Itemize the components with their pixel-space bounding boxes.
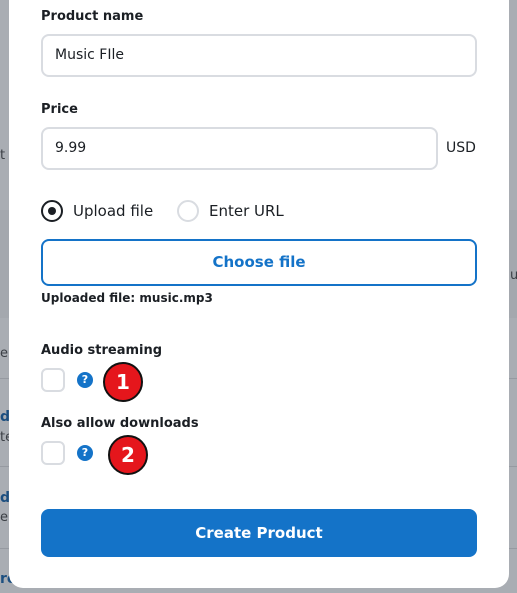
background-text: e <box>0 346 8 361</box>
currency-label: USD <box>446 140 476 156</box>
annotation-badge-1: 1 <box>103 362 143 402</box>
enter-url-radio-option[interactable]: Enter URL <box>177 197 284 225</box>
background-text: t <box>0 148 6 163</box>
background-text: u <box>510 268 517 283</box>
allow-downloads-label: Also allow downloads <box>41 416 199 431</box>
annotation-badge-2: 2 <box>108 435 148 475</box>
upload-file-radio-option[interactable]: Upload file <box>41 197 153 225</box>
help-icon[interactable]: ? <box>77 372 93 388</box>
choose-file-button[interactable]: Choose file <box>41 239 477 286</box>
create-product-button[interactable]: Create Product <box>41 509 477 557</box>
product-name-label: Product name <box>41 9 144 24</box>
help-icon[interactable]: ? <box>77 445 93 461</box>
background-text: e <box>0 510 8 525</box>
enter-url-radio-label: Enter URL <box>209 202 284 220</box>
audio-streaming-label: Audio streaming <box>41 343 163 358</box>
upload-file-radio[interactable] <box>41 200 63 222</box>
allow-downloads-checkbox[interactable] <box>41 441 65 465</box>
enter-url-radio[interactable] <box>177 200 199 222</box>
upload-file-radio-label: Upload file <box>73 202 154 220</box>
price-label: Price <box>41 102 78 117</box>
price-input[interactable]: 9.99 <box>41 127 438 170</box>
uploaded-file-text: Uploaded file: music.mp3 <box>41 291 213 305</box>
audio-streaming-checkbox[interactable] <box>41 368 65 392</box>
product-name-input[interactable]: Music FIle <box>41 34 477 77</box>
